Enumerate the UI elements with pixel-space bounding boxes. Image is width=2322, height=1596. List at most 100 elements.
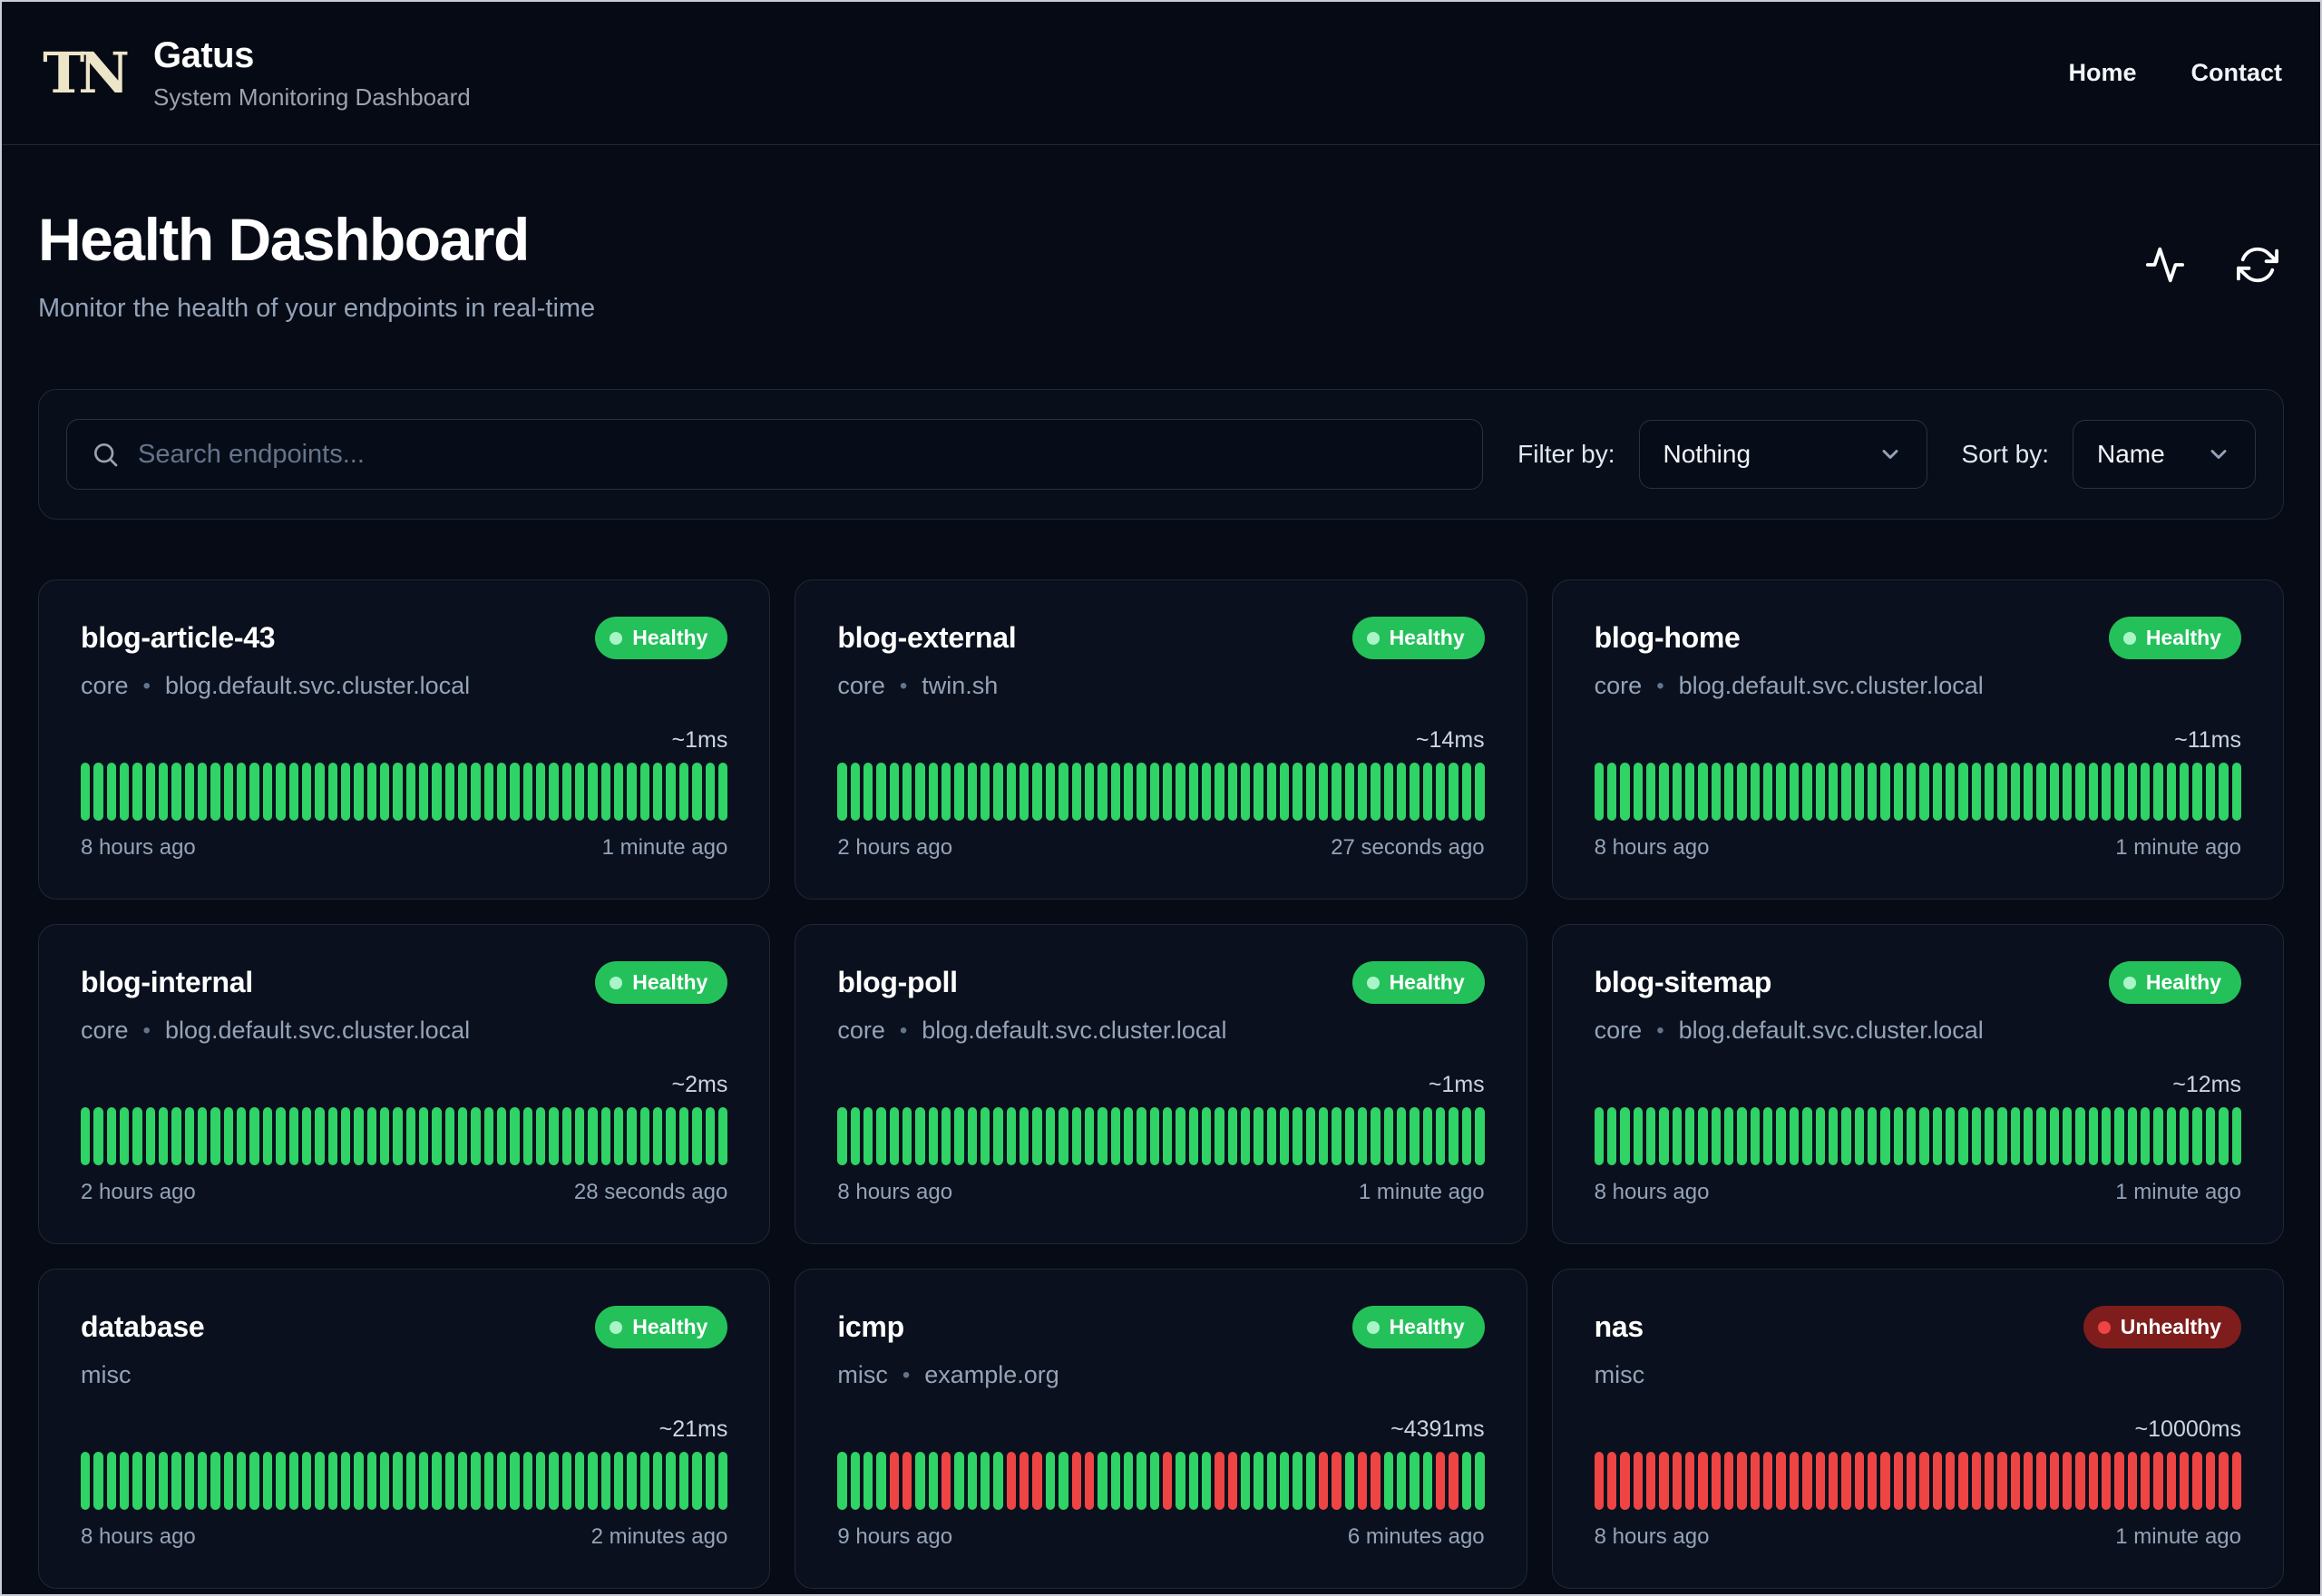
uptime-bar[interactable] xyxy=(1607,1452,1617,1510)
uptime-bar[interactable] xyxy=(1906,1452,1917,1510)
uptime-bar[interactable] xyxy=(600,1107,611,1165)
uptime-bar[interactable] xyxy=(1162,1452,1173,1510)
uptime-bar[interactable] xyxy=(198,1452,208,1510)
uptime-bar[interactable] xyxy=(1685,763,1695,821)
uptime-bar[interactable] xyxy=(1254,1107,1263,1165)
uptime-bar[interactable] xyxy=(366,1452,376,1510)
uptime-bar[interactable] xyxy=(717,1107,728,1165)
uptime-bar[interactable] xyxy=(1841,1107,1851,1165)
uptime-bar[interactable] xyxy=(1984,1107,1995,1165)
uptime-bar[interactable] xyxy=(850,1107,861,1165)
uptime-bar[interactable] xyxy=(1997,763,2007,821)
uptime-bar[interactable] xyxy=(2205,763,2216,821)
uptime-bar[interactable] xyxy=(1854,763,1864,821)
uptime-bar[interactable] xyxy=(1841,763,1851,821)
uptime-bar[interactable] xyxy=(315,1107,325,1165)
uptime-bar[interactable] xyxy=(1110,1107,1120,1165)
uptime-bar[interactable] xyxy=(1802,763,1812,821)
uptime-bar[interactable] xyxy=(405,1452,415,1510)
uptime-bar[interactable] xyxy=(1776,763,1786,821)
uptime-bar[interactable] xyxy=(678,1107,689,1165)
uptime-bar[interactable] xyxy=(2192,1452,2202,1510)
uptime-bar[interactable] xyxy=(993,1107,1003,1165)
uptime-bar[interactable] xyxy=(981,1107,990,1165)
nav-home[interactable]: Home xyxy=(2068,59,2136,87)
uptime-bar[interactable] xyxy=(666,763,676,821)
uptime-bar[interactable] xyxy=(928,1452,939,1510)
uptime-bar[interactable] xyxy=(1919,1107,1929,1165)
uptime-bar[interactable] xyxy=(1763,1452,1773,1510)
uptime-bar[interactable] xyxy=(1397,763,1407,821)
uptime-bar[interactable] xyxy=(1750,1107,1761,1165)
uptime-bar[interactable] xyxy=(1802,1107,1812,1165)
uptime-bar[interactable] xyxy=(1215,763,1224,821)
uptime-bar[interactable] xyxy=(1162,1107,1173,1165)
uptime-bar[interactable] xyxy=(666,1452,676,1510)
uptime-bar[interactable] xyxy=(1084,763,1095,821)
uptime-bar[interactable] xyxy=(1332,763,1341,821)
uptime-bar[interactable] xyxy=(132,1107,142,1165)
uptime-bar[interactable] xyxy=(1332,1107,1341,1165)
uptime-bar[interactable] xyxy=(81,763,91,821)
uptime-bar[interactable] xyxy=(2024,1452,2034,1510)
uptime-bar[interactable] xyxy=(1254,763,1263,821)
uptime-bar[interactable] xyxy=(2114,1107,2124,1165)
uptime-bar[interactable] xyxy=(1006,1452,1017,1510)
uptime-bar[interactable] xyxy=(1123,763,1134,821)
uptime-bar[interactable] xyxy=(692,763,702,821)
uptime-bar[interactable] xyxy=(2063,1107,2073,1165)
uptime-bar[interactable] xyxy=(614,1452,624,1510)
uptime-bar[interactable] xyxy=(340,1452,351,1510)
uptime-bar[interactable] xyxy=(301,763,312,821)
uptime-bar[interactable] xyxy=(288,1452,298,1510)
uptime-bar[interactable] xyxy=(1789,1452,1800,1510)
uptime-bar[interactable] xyxy=(1880,1452,1890,1510)
uptime-bar[interactable] xyxy=(902,763,912,821)
uptime-bar[interactable] xyxy=(1280,1452,1290,1510)
uptime-bar[interactable] xyxy=(198,1107,208,1165)
uptime-bar[interactable] xyxy=(1240,1107,1251,1165)
uptime-bar[interactable] xyxy=(1763,763,1773,821)
uptime-bar[interactable] xyxy=(2141,1452,2151,1510)
uptime-bar[interactable] xyxy=(2141,763,2151,821)
endpoint-card[interactable]: blog-internal Healthy core • blog.defaul… xyxy=(38,924,771,1244)
uptime-bar[interactable] xyxy=(1266,1107,1277,1165)
uptime-bar[interactable] xyxy=(1932,1107,1942,1165)
uptime-bar[interactable] xyxy=(1397,1452,1407,1510)
uptime-bar[interactable] xyxy=(418,1452,429,1510)
uptime-bar[interactable] xyxy=(106,1452,117,1510)
uptime-bar[interactable] xyxy=(1045,1452,1056,1510)
uptime-bar[interactable] xyxy=(1841,1452,1851,1510)
uptime-bar[interactable] xyxy=(1659,1452,1669,1510)
uptime-bar[interactable] xyxy=(249,1107,259,1165)
uptime-bar[interactable] xyxy=(981,763,990,821)
uptime-bar[interactable] xyxy=(1763,1107,1773,1165)
uptime-bar[interactable] xyxy=(2166,763,2177,821)
uptime-bar[interactable] xyxy=(666,1107,676,1165)
uptime-bar[interactable] xyxy=(1020,763,1029,821)
uptime-bar[interactable] xyxy=(2231,1452,2241,1510)
endpoint-card[interactable]: blog-home Healthy core • blog.default.sv… xyxy=(1551,579,2284,900)
uptime-bar[interactable] xyxy=(1059,763,1068,821)
uptime-bar[interactable] xyxy=(1828,763,1839,821)
uptime-bar[interactable] xyxy=(2102,1452,2112,1510)
uptime-bar[interactable] xyxy=(1020,1452,1029,1510)
uptime-bar[interactable] xyxy=(1032,1107,1042,1165)
uptime-bar[interactable] xyxy=(1071,1107,1081,1165)
uptime-bar[interactable] xyxy=(1828,1107,1839,1165)
uptime-bar[interactable] xyxy=(1698,1452,1708,1510)
uptime-bar[interactable] xyxy=(575,763,585,821)
uptime-bar[interactable] xyxy=(2219,1107,2229,1165)
uptime-bar[interactable] xyxy=(444,763,454,821)
uptime-bar[interactable] xyxy=(954,1452,964,1510)
uptime-bar[interactable] xyxy=(2049,763,2060,821)
uptime-bar[interactable] xyxy=(1815,1107,1825,1165)
uptime-bar[interactable] xyxy=(1383,1452,1394,1510)
uptime-bar[interactable] xyxy=(2180,763,2190,821)
uptime-bar[interactable] xyxy=(692,1452,702,1510)
uptime-bar[interactable] xyxy=(1422,1107,1433,1165)
uptime-bar[interactable] xyxy=(536,1107,546,1165)
uptime-bar[interactable] xyxy=(1149,1452,1159,1510)
uptime-bar[interactable] xyxy=(262,1107,273,1165)
uptime-bar[interactable] xyxy=(915,763,925,821)
